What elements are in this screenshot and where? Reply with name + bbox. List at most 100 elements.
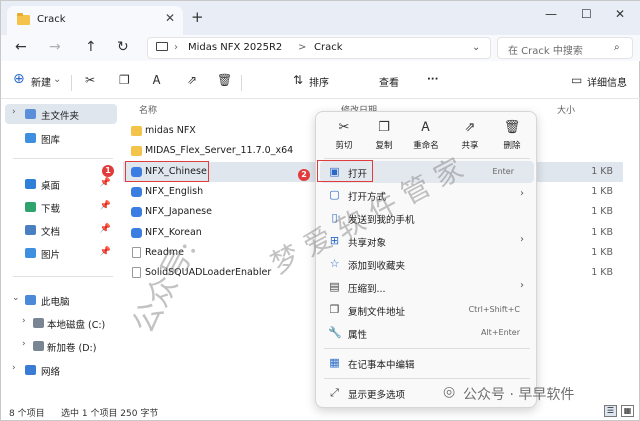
file-name: NFX_Japanese [145,206,212,217]
sort-button[interactable]: 排序 [309,74,329,89]
details-button[interactable]: 详细信息 [587,74,627,89]
menu-item-copy-path[interactable]: ❐ 复制文件地址 Ctrl+Shift+C [320,299,534,321]
network-icon [25,365,36,375]
tab-title: Crack [37,14,66,25]
address-bar: ← → ↑ ↻ › Midas NFX 2025R2 > Crack ⌄ 在 C… [1,35,640,61]
chevron-right-icon: › [520,280,524,291]
menu-quick-label: 删除 [503,141,521,151]
sidebar-item-network[interactable]: › 网络 [5,360,117,380]
drive-icon [33,341,44,351]
chevron-right-icon[interactable]: › [12,107,16,117]
pin-icon: 📌 [99,224,111,234]
details-view-icon[interactable]: ☰ [604,405,617,417]
menu-cut-button[interactable]: ✂ 剪切 [322,120,366,156]
menu-item-notepad[interactable]: ▦ 在记事本中编辑 [320,352,534,374]
sidebar-item-desktop[interactable]: 桌面 📌 [5,174,117,194]
menu-item-add-favorite[interactable]: ☆ 添加到收藏夹 [320,253,534,275]
new-chevron-icon: ⌄ [53,74,62,85]
menu-item-label: 添加到收藏夹 [348,261,406,272]
share-icon: ⇗ [464,120,476,135]
sidebar-item-drive-d[interactable]: › 新加卷 (D:) [15,336,117,356]
menu-delete-button[interactable]: 🗑 删除 [490,120,534,156]
file-size: 1 KB [591,186,613,197]
sidebar-item-gallery[interactable]: 图库 [5,128,117,148]
up-arrow-icon[interactable]: ↑ [85,39,97,55]
menu-divider [324,158,530,159]
annotation-highlight-file [125,161,209,182]
menu-item-open-with[interactable]: ▢ 打开方式 › [320,184,534,206]
text-file-icon [132,247,141,258]
open-with-icon: ▢ [329,188,340,201]
chevron-right-icon[interactable]: › [12,363,16,373]
sidebar-item-home[interactable]: › 主文件夹 [5,104,117,124]
breadcrumb-crack[interactable]: Crack [314,42,343,53]
chevron-down-icon[interactable]: ⌄ [12,293,20,303]
cut-icon[interactable]: ✂ [85,73,95,87]
sidebar-item-label: 文档 [41,227,61,238]
menu-share-button[interactable]: ⇗ 共享 [448,120,492,156]
delete-icon[interactable]: 🗑 [217,73,232,87]
chevron-down-icon[interactable]: ⌄ [472,42,480,53]
column-header-size[interactable]: 大小 [557,103,575,116]
sidebar-item-label: 图片 [41,250,61,261]
search-placeholder: 在 Crack 中搜索 [508,46,583,57]
share-icon[interactable]: ⇗ [187,73,197,87]
breadcrumb-separator: > [298,42,307,53]
menu-item-share-with[interactable]: ⊞ 共享对象 › [320,230,534,252]
rename-icon: Ꭺ [421,120,431,135]
more-options-button[interactable]: ··· [427,74,438,85]
new-button[interactable]: 新建 [31,74,51,89]
tiles-view-icon[interactable]: ▦ [621,405,634,417]
menu-copy-button[interactable]: ❐ 复制 [362,120,406,156]
back-arrow-icon[interactable]: ← [15,39,27,55]
rename-icon[interactable]: Ꭺ [153,73,161,88]
navigation-pane: › 主文件夹 图库 桌面 📌 下载 📌 文档 📌 图片 📌 ⌄ 此电脑 › 本地… [1,100,119,398]
sidebar-item-documents[interactable]: 文档 📌 [5,220,117,240]
chevron-right-icon: › [520,188,524,199]
column-header-name[interactable]: 名称 [139,103,157,116]
file-name: midas NFX [145,125,196,136]
menu-item-label: 显示更多选项 [348,390,406,401]
forward-arrow-icon[interactable]: → [49,39,61,55]
view-button[interactable]: 查看 [379,74,399,89]
desktop-icon [25,179,36,189]
menu-quick-label: 共享 [461,141,479,151]
copy-icon: ❐ [378,120,390,135]
file-size: 1 KB [591,247,613,258]
copy-path-icon: ❐ [329,303,340,316]
tab-crack[interactable]: Crack ✕ [7,6,183,35]
search-input[interactable]: 在 Crack 中搜索 ⌕ [497,37,633,59]
download-icon [25,202,36,212]
chevron-right-icon[interactable]: › [22,339,26,349]
menu-item-label: 复制文件地址 [348,307,406,318]
menu-item-send-to-phone[interactable]: ▯ 发送到我的手机 [320,207,534,229]
breadcrumb-midas[interactable]: Midas NFX 2025R2 [188,42,282,53]
context-menu: ✂ 剪切 ❐ 复制 Ꭺ 重命名 ⇗ 共享 🗑 删除 ▣ 打开 Enter ▢ 打… [315,111,537,408]
sidebar-item-label: 桌面 [41,181,61,192]
star-icon: ☆ [329,257,340,270]
sidebar-item-label: 此电脑 [41,297,70,308]
file-size: 1 KB [591,206,613,217]
sidebar-item-drive-c[interactable]: › 本地磁盘 (C:) [15,313,117,333]
chevron-right-icon[interactable]: › [22,316,26,326]
sidebar-item-label: 图库 [41,135,61,146]
refresh-icon[interactable]: ↻ [117,39,129,55]
copy-icon[interactable]: ❐ [119,73,130,87]
menu-divider [324,348,530,349]
close-window-button[interactable]: ✕ [615,7,625,21]
menu-rename-button[interactable]: Ꭺ 重命名 [404,120,448,156]
folder-icon [17,13,30,25]
new-tab-button[interactable]: + [191,8,204,26]
chevron-right-icon: › [520,234,524,245]
sidebar-item-this-pc[interactable]: ⌄ 此电脑 [5,290,117,310]
sidebar-item-downloads[interactable]: 下载 📌 [5,197,117,217]
menu-item-properties[interactable]: 🔧 属性 Alt+Enter [320,322,534,344]
path-breadcrumb[interactable]: › Midas NFX 2025R2 > Crack ⌄ [147,37,491,59]
maximize-button[interactable]: ☐ [581,7,592,21]
menu-divider [324,378,530,379]
file-name: NFX_English [145,186,204,197]
menu-item-compress[interactable]: ▤ 压缩到... › [320,276,534,298]
sidebar-item-pictures[interactable]: 图片 📌 [5,243,117,263]
minimize-button[interactable]: — [545,7,557,21]
tab-close-icon[interactable]: ✕ [165,11,175,25]
